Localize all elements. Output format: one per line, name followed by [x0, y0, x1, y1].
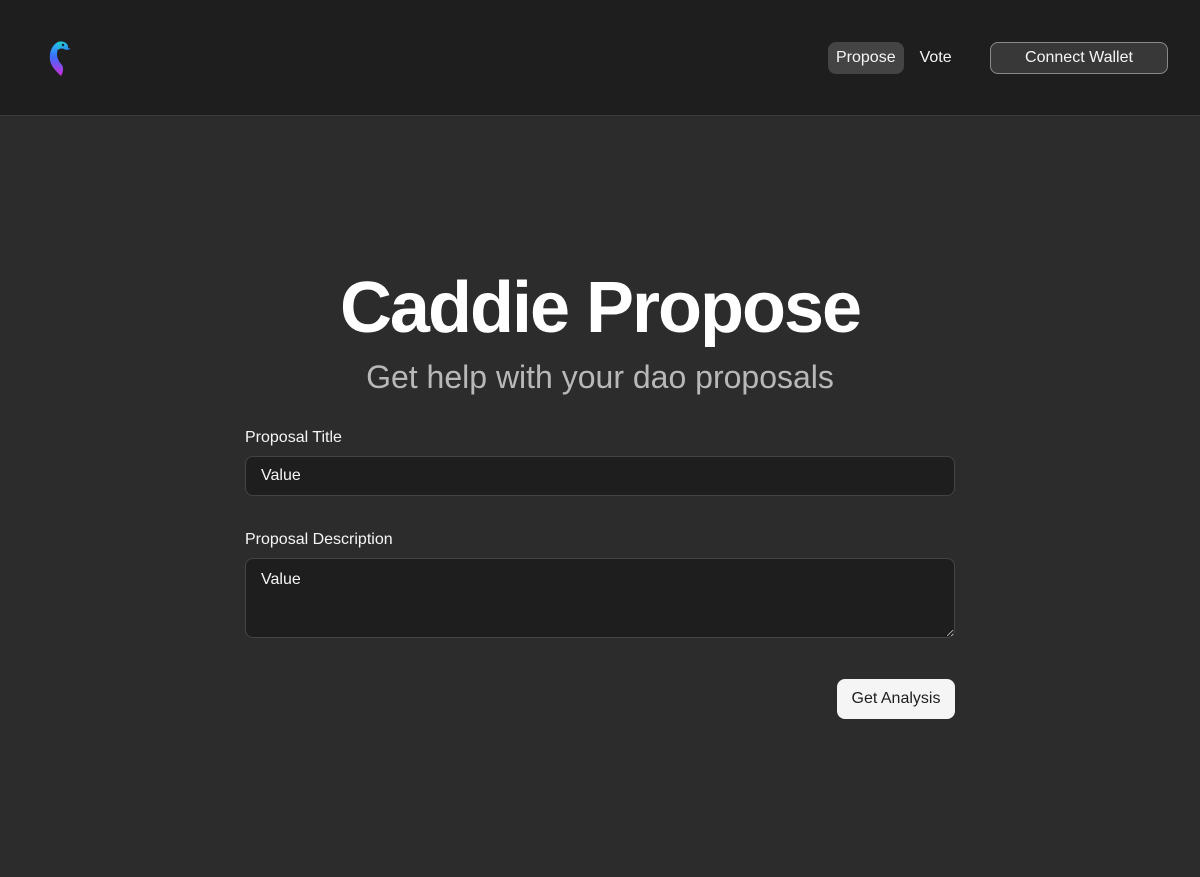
- proposal-title-input[interactable]: [245, 456, 955, 496]
- proposal-form: Proposal Title Proposal Description Valu…: [245, 428, 955, 638]
- main-nav: Propose Vote: [828, 42, 960, 74]
- nav-item-vote[interactable]: Vote: [912, 42, 960, 74]
- proposal-title-group: Proposal Title: [245, 428, 955, 496]
- nav-item-propose[interactable]: Propose: [828, 42, 904, 74]
- proposal-description-group: Proposal Description Value: [245, 530, 955, 638]
- proposal-title-label: Proposal Title: [245, 429, 342, 446]
- top-bar: Propose Vote Connect Wallet: [0, 0, 1200, 116]
- proposal-description-label: Proposal Description: [245, 531, 393, 548]
- connect-wallet-button[interactable]: Connect Wallet: [990, 42, 1168, 74]
- get-analysis-button[interactable]: Get Analysis: [837, 679, 955, 719]
- proposal-description-textarea[interactable]: Value: [245, 558, 955, 638]
- page-title: Caddie Propose: [339, 268, 862, 348]
- bird-logo-icon[interactable]: [44, 38, 72, 78]
- page-subtitle: Get help with your dao proposals: [366, 359, 834, 395]
